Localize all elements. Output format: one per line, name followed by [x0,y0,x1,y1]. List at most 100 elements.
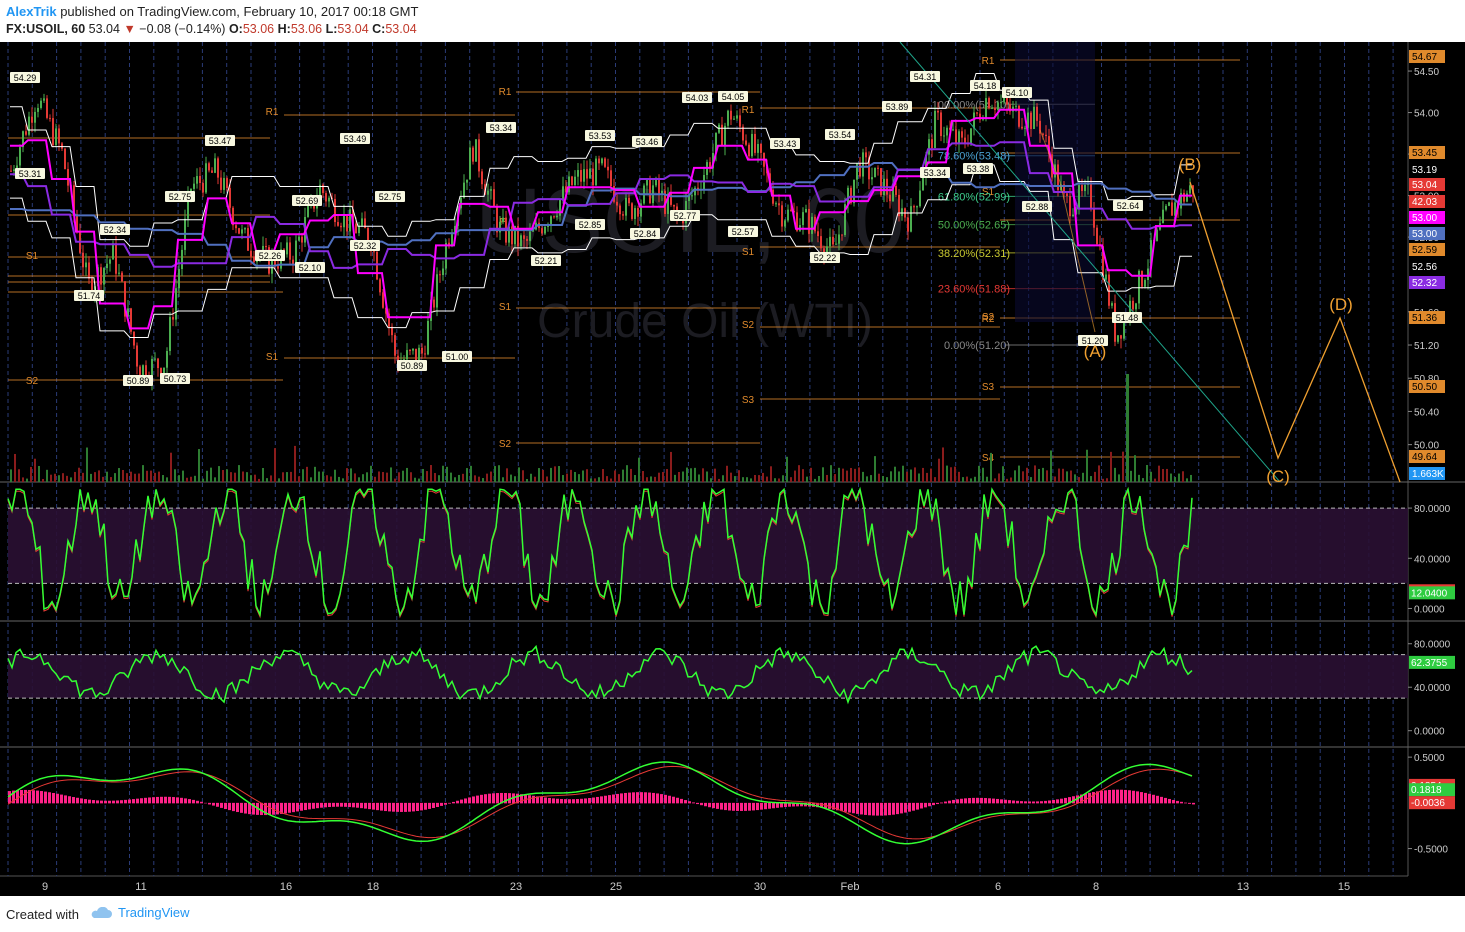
swing-label: 51.74 [74,290,104,301]
macd-hist-bar [1100,790,1103,804]
tradingview-link[interactable]: TradingView [90,905,190,920]
macd-hist-bar [260,802,263,816]
volume-bar [850,467,852,482]
macd-hist-bar [80,798,83,804]
candle-body [589,168,591,179]
pivot-label: S2 [742,320,755,331]
macd-hist-bar [216,802,219,807]
macd-hist-bar [284,802,287,814]
volume-bar [326,475,328,482]
macd-hist-bar [344,802,347,807]
price-tag-text: 53.19 [1412,165,1437,176]
macd-hist-bar [48,792,51,804]
time-label: 6 [995,881,1001,893]
candle-body [787,209,789,221]
volume-bar [210,467,212,482]
macd-hist-bar [916,802,919,810]
macd-hist-bar [244,802,247,814]
candle-body [265,245,267,248]
macd-hist-bar [924,802,927,808]
macd-hist-bar [1008,800,1011,804]
macd-hist-bar [352,802,355,808]
volume-bar [102,476,104,482]
candle-body [193,183,195,189]
watermark-name: Crude Oil (WTI) [537,295,873,348]
pivot-label: S1 [26,251,39,262]
swing-label: 52.10 [295,262,325,273]
volume-bar [1034,465,1036,482]
volume-bar [138,473,140,482]
macd-hist-bar [1000,799,1003,804]
candle-body [229,188,231,208]
candle-body [775,203,777,205]
candle-body [205,163,207,193]
macd-hist-bar [844,802,847,812]
volume-bar [86,447,88,482]
candle-body [1093,208,1095,228]
volume-bar [1154,478,1156,482]
candle-body [115,243,117,274]
candle-body [217,158,219,178]
chart-canvas[interactable]: USOIL, 60Crude Oil (WTI)R1R1R1R1R2S1S1S1… [0,42,1465,896]
macd-hist-bar [488,793,491,804]
author-link[interactable]: AlexTrik [6,4,57,19]
swing-label-text: 52.57 [732,227,755,237]
macd-hist-bar [1148,793,1151,804]
candle-body [175,288,177,320]
volume-bar [398,472,400,482]
volume-bar [862,471,864,482]
candle-body [1168,202,1170,206]
macd-hist-bar [624,792,627,804]
macd-hist-bar [64,795,67,804]
pivot-label: R1 [266,107,279,118]
volume-bar [1162,469,1164,482]
macd-hist-bar [1184,802,1187,804]
candle-body [10,170,12,172]
macd-hist-bar [428,802,431,809]
macd-hist-bar [656,793,659,804]
swing-label: 52.64 [1113,200,1143,211]
price-tag: 52.32 [1409,276,1445,289]
macd-hist-bar [148,797,151,804]
volume-bar [638,457,640,482]
candle-body [550,216,552,226]
macd-hist-bar [928,802,931,807]
volume-bar [374,476,376,482]
symbol-label[interactable]: FX:USOIL, 60 [6,22,85,36]
created-with: Created with [6,907,79,922]
candle-body [1066,193,1068,196]
candle-body [118,272,120,274]
time-label: 15 [1338,881,1350,893]
macd-hist-bar [296,802,299,812]
volume-bar [822,467,824,482]
volume-bar [562,475,564,482]
volume-bar [1122,451,1124,482]
macd-hist-bar [932,802,935,806]
tick-label: 51.20 [1414,341,1439,352]
swing-label: 50.73 [160,373,190,384]
volume-bar [674,474,676,482]
wave-label: (A) [1084,342,1107,361]
volume-bar [1170,473,1172,482]
candle-body [544,226,546,234]
macd-hist-bar [44,791,47,804]
swing-label: 52.21 [531,255,561,266]
macd-hist-bar [720,802,723,810]
macd-hist-bar [444,802,447,805]
price-tag: 53.19 [1409,163,1445,176]
candle-body [241,229,243,234]
volume-bar [534,476,536,482]
candle-body [976,112,978,114]
macd-hist-bar [832,802,835,810]
volume-bar [1118,474,1120,482]
swing-label: 50.89 [123,375,153,386]
candle-body [436,274,438,308]
candle-body [631,203,633,219]
pivot-label: S2 [499,439,512,450]
macd-hist-bar [92,800,95,804]
candle-body [691,195,693,197]
price-tag: 51.36 [1409,311,1445,324]
macd-hist-bar [908,802,911,812]
candle-body [487,190,489,195]
macd-hist-bar [376,802,379,811]
